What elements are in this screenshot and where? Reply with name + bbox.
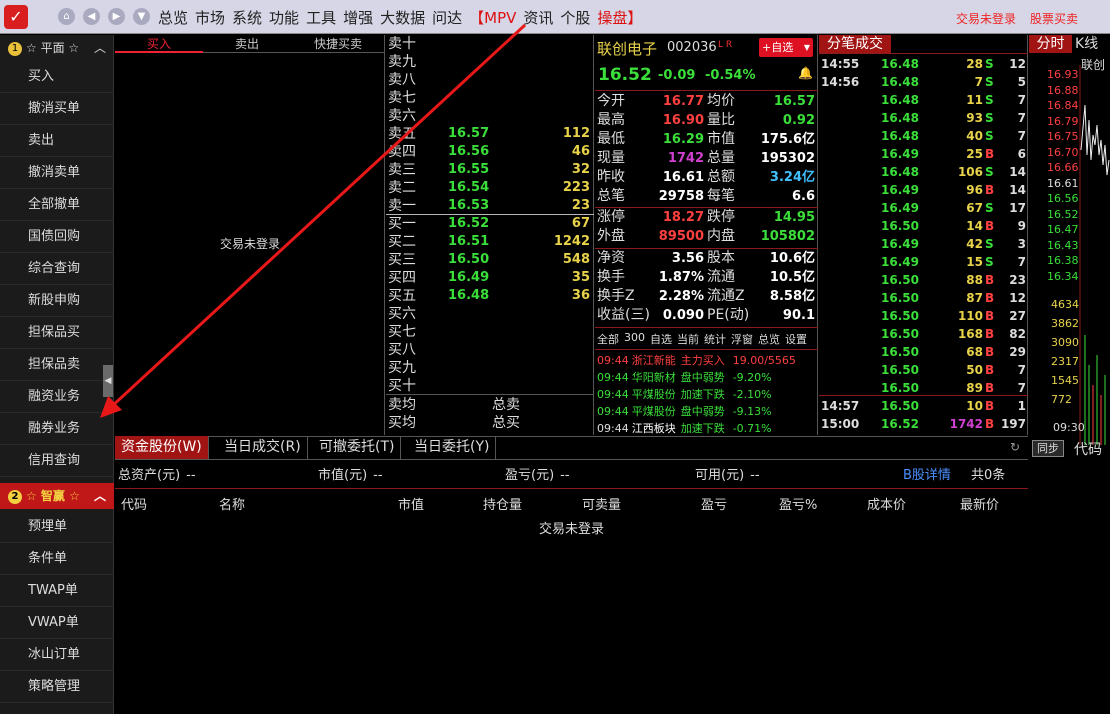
annotation-arrow bbox=[100, 23, 527, 418]
